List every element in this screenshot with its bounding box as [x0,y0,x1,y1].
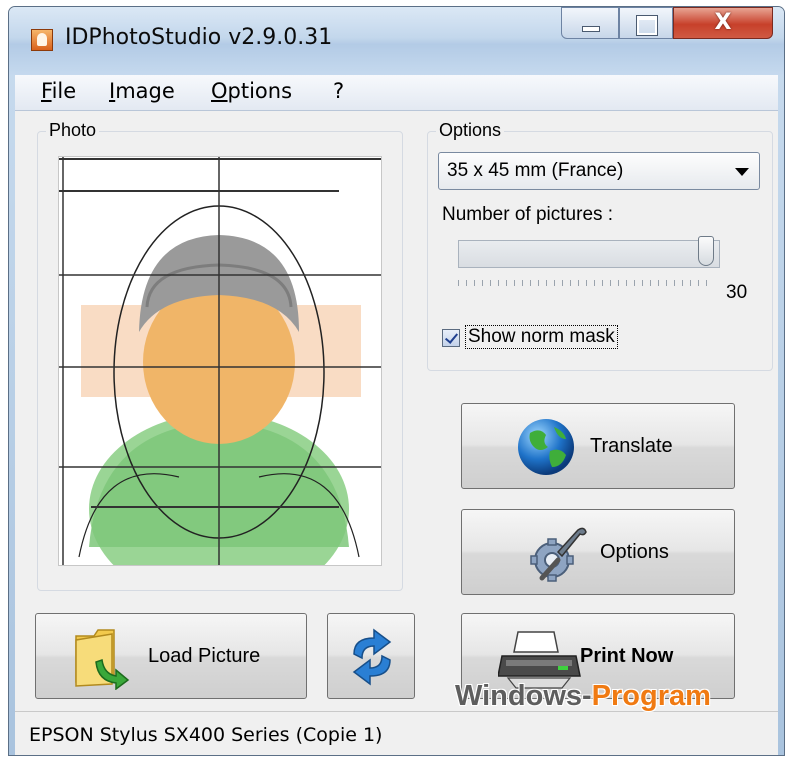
photo-preview[interactable] [58,156,382,566]
menu-help[interactable]: ? [333,79,344,103]
watermark: Windows-Program [455,680,711,713]
menu-image[interactable]: Image [109,79,175,103]
refresh-button[interactable] [327,613,415,699]
menu-file[interactable]: File [41,79,76,103]
close-icon: X [714,10,732,35]
title-bar[interactable]: IDPhotoStudio v2.9.0.31 X [9,7,784,75]
translate-label: Translate [590,434,673,457]
pictures-slider-thumb[interactable] [698,236,714,266]
slider-ticks [458,280,708,286]
photo-format-value: 35 x 45 mm (France) [447,160,624,181]
globe-icon [518,419,574,475]
printer-status: EPSON Stylus SX400 Series (Copie 1) [29,724,383,746]
options-group-label: Options [436,120,505,141]
pictures-slider-track[interactable] [458,240,720,268]
photo-format-select[interactable]: 35 x 45 mm (France) [438,152,760,190]
menu-options[interactable]: Options [211,79,292,103]
wrench-gear-icon [530,527,587,582]
show-norm-mask-checkbox[interactable] [442,329,460,347]
options-label: Options [600,540,669,563]
folder-icon [75,629,130,690]
photo-group-label: Photo [46,120,100,141]
options-group: Options 35 x 45 mm (France) Number of pi… [427,120,773,371]
app-window: IDPhotoStudio v2.9.0.31 X File Image Opt… [8,6,785,756]
chevron-down-icon [735,168,749,176]
minimize-button[interactable] [561,7,619,39]
client-area: Photo Options 35 x 45 mm (France) Number… [15,111,778,711]
load-picture-button[interactable]: Load Picture [35,613,307,699]
watermark-accent-text: Program [591,680,711,712]
window-title: IDPhotoStudio v2.9.0.31 [65,25,333,50]
close-button[interactable]: X [673,7,773,39]
show-norm-mask-label[interactable]: Show norm mask [465,325,618,349]
maximize-button[interactable] [619,7,673,39]
load-picture-label: Load Picture [148,644,261,667]
caption-buttons: X [561,7,776,41]
pictures-count-label: Number of pictures : [442,204,614,225]
photo-group: Photo [37,120,403,591]
watermark-text: Windows- [455,680,592,712]
app-icon[interactable] [31,29,53,51]
translate-button[interactable]: Translate [461,403,735,489]
options-button[interactable]: Options [461,509,735,595]
pictures-count-value: 30 [726,282,748,303]
refresh-arrows-icon [352,628,392,686]
photo-mask-illustration [59,157,381,565]
menu-bar: File Image Options ? [15,75,778,111]
status-bar: EPSON Stylus SX400 Series (Copie 1) [15,711,778,755]
